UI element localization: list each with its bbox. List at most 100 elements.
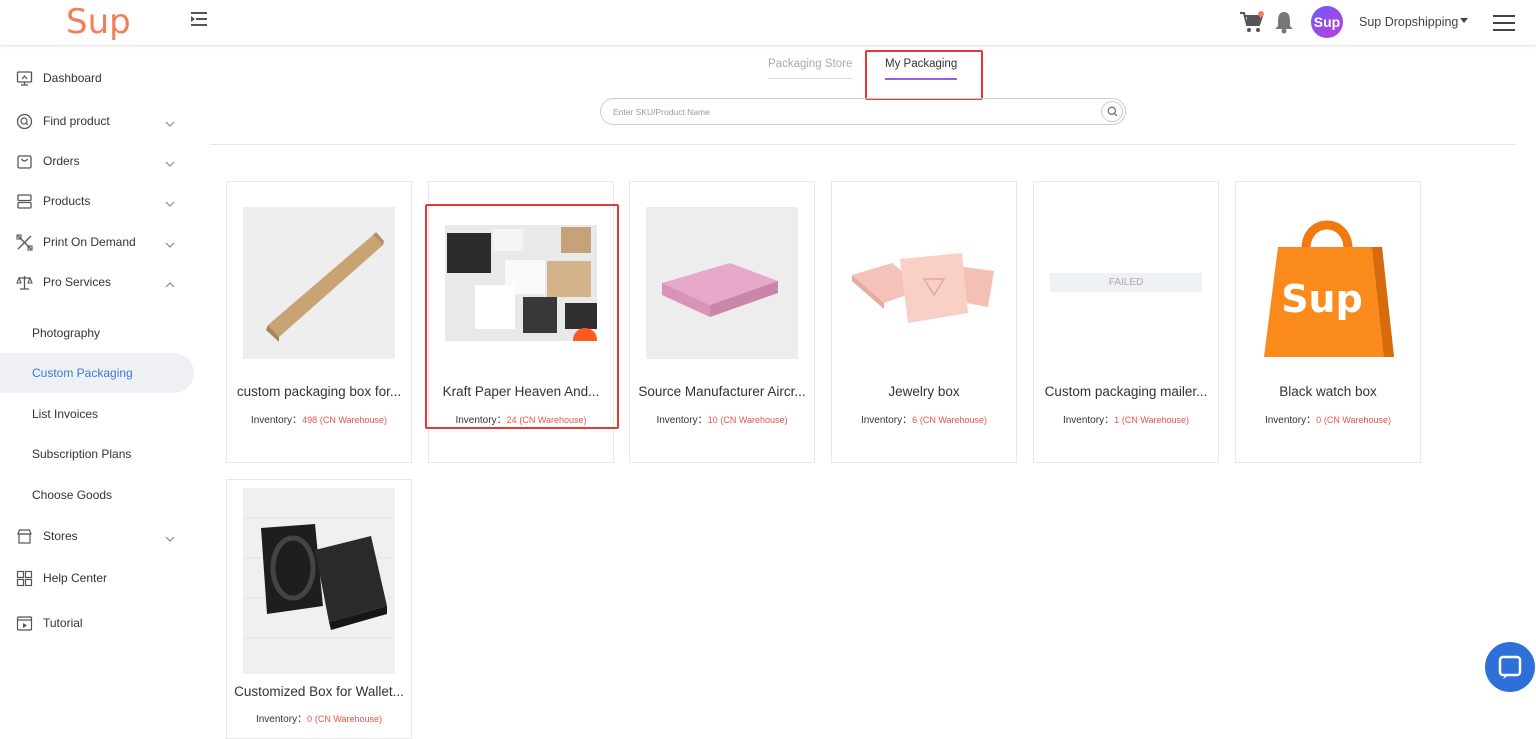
sidebar-item-label: Orders <box>43 154 80 168</box>
sidebar-item-tutorial[interactable]: Tutorial <box>0 603 194 643</box>
product-inventory: Inventory：0 (CN Warehouse) <box>227 710 411 725</box>
server-icon <box>16 193 33 210</box>
sidebar-item-stores[interactable]: Stores <box>0 516 194 556</box>
sidebar-item-label: Subscription Plans <box>32 447 132 461</box>
search-circle-icon <box>16 113 33 130</box>
product-inventory: Inventory：1 (CN Warehouse) <box>1034 411 1218 426</box>
product-inventory: Inventory：0 (CN Warehouse) <box>1236 411 1420 426</box>
warehouse-label: (CN Warehouse) <box>1323 415 1392 425</box>
chevron-down-icon <box>165 156 175 167</box>
sidebar-item-label: Tutorial <box>43 616 83 630</box>
product-inventory: Inventory：6 (CN Warehouse) <box>832 411 1016 426</box>
product-title: Black watch box <box>1279 384 1377 399</box>
inventory-count: 6 <box>912 415 918 425</box>
monitor-icon <box>16 70 33 87</box>
sidebar-item-label: Find product <box>43 114 110 128</box>
video-icon <box>16 615 33 632</box>
product-title: Custom packaging mailer... <box>1044 384 1208 399</box>
sidebar: Dashboard Find product Orders Products P… <box>0 47 200 727</box>
inventory-label: Inventory： <box>1062 415 1115 426</box>
sidebar-item-label: List Invoices <box>32 407 99 421</box>
username[interactable]: Sup Dropshipping <box>1359 15 1458 29</box>
inventory-count: 0 <box>307 714 313 724</box>
logo[interactable]: Sup <box>66 2 131 42</box>
sidebar-item-orders[interactable]: Orders <box>0 141 194 181</box>
sidebar-item-label: Dashboard <box>43 71 102 85</box>
sidebar-item-pro-services[interactable]: Pro Services <box>0 262 194 302</box>
chevron-down-icon <box>165 237 175 248</box>
chat-icon <box>1498 655 1522 679</box>
sidebar-subitem-subscription-plans[interactable]: Subscription Plans <box>0 434 194 474</box>
chat-support-button[interactable] <box>1485 642 1535 692</box>
sidebar-item-dashboard[interactable]: Dashboard <box>0 58 194 98</box>
bag-icon <box>16 153 33 170</box>
sidebar-subitem-choose-goods[interactable]: Choose Goods <box>0 475 194 515</box>
divider <box>210 144 1516 145</box>
sidebar-item-label: Stores <box>43 529 78 543</box>
sidebar-item-label: Pro Services <box>43 275 112 289</box>
product-title: Source Manufacturer Aircr... <box>638 384 806 399</box>
chevron-down-icon <box>165 196 175 207</box>
sidebar-item-products[interactable]: Products <box>0 181 194 221</box>
search-input[interactable] <box>613 104 1083 120</box>
product-card[interactable]: FAILED Custom packaging mailer... Invent… <box>1033 181 1219 463</box>
tab-highlight-box <box>865 50 983 100</box>
store-icon <box>16 528 33 545</box>
chevron-down-icon <box>165 531 175 542</box>
sidebar-subitem-photography[interactable]: Photography <box>0 313 194 353</box>
sidebar-item-find-product[interactable]: Find product <box>0 101 194 141</box>
chevron-up-icon <box>165 277 175 288</box>
svg-text:Sup: Sup <box>1281 277 1363 321</box>
collapse-sidebar-icon[interactable] <box>189 10 209 28</box>
hamburger-menu-icon[interactable] <box>1493 15 1515 31</box>
sidebar-item-label: Custom Packaging <box>32 366 133 380</box>
warehouse-label: (CN Warehouse) <box>1121 415 1190 425</box>
sidebar-item-label: Products <box>43 194 91 208</box>
inventory-label: Inventory： <box>656 415 708 426</box>
card-highlight-box <box>425 204 619 429</box>
search-bar <box>600 98 1126 125</box>
product-title: Customized Box for Wallet... <box>234 684 404 699</box>
inventory-count: 10 <box>707 415 718 425</box>
product-card[interactable]: Sup Black watch box Inventory：0 (CN Ware… <box>1235 181 1421 463</box>
inventory-label: Inventory： <box>1264 415 1317 426</box>
warehouse-label: (CN Warehouse) <box>319 415 388 425</box>
grid-icon <box>16 570 33 587</box>
sidebar-item-print-on-demand[interactable]: Print On Demand <box>0 222 194 262</box>
tab-packaging-store[interactable]: Packaging Store <box>768 58 853 79</box>
sidebar-item-help-center[interactable]: Help Center <box>0 558 194 598</box>
sidebar-subitem-custom-packaging[interactable]: Custom Packaging <box>0 353 194 393</box>
inventory-label: Inventory： <box>255 714 308 725</box>
product-card[interactable]: custom packaging box for... Inventory：49… <box>226 181 412 463</box>
scale-icon <box>16 274 33 291</box>
product-image <box>646 207 798 359</box>
product-image <box>848 207 1000 359</box>
sidebar-item-label: Print On Demand <box>43 235 136 249</box>
product-card[interactable]: Source Manufacturer Aircr... Inventory：1… <box>629 181 815 463</box>
product-inventory: Inventory：10 (CN Warehouse) <box>630 411 814 426</box>
search-icon[interactable] <box>1101 101 1123 122</box>
cart-icon[interactable] <box>1239 10 1265 34</box>
product-card[interactable]: Customized Box for Wallet... Inventory：0… <box>226 479 412 739</box>
bell-icon[interactable] <box>1273 10 1295 34</box>
avatar[interactable]: Sup <box>1311 6 1343 38</box>
product-inventory: Inventory：498 (CN Warehouse) <box>227 411 411 426</box>
product-title: Jewelry box <box>888 384 960 399</box>
inventory-label: Inventory： <box>250 415 303 426</box>
chevron-down-icon <box>165 116 175 127</box>
product-image: FAILED <box>1050 207 1202 359</box>
inventory-count: 498 <box>302 415 318 425</box>
inventory-count: 0 <box>1316 415 1322 425</box>
warehouse-label: (CN Warehouse) <box>314 714 383 724</box>
product-title: custom packaging box for... <box>236 384 402 399</box>
product-card[interactable]: Jewelry box Inventory：6 (CN Warehouse) <box>831 181 1017 463</box>
failed-image-placeholder: FAILED <box>1050 273 1202 292</box>
product-image <box>243 207 395 359</box>
tools-icon <box>16 233 33 251</box>
sidebar-subitem-list-invoices[interactable]: List Invoices <box>0 394 194 434</box>
sidebar-item-label: Photography <box>32 326 101 340</box>
sidebar-item-label: Help Center <box>43 571 108 585</box>
caret-down-icon[interactable] <box>1460 18 1468 23</box>
inventory-label: Inventory： <box>860 415 913 426</box>
warehouse-label: (CN Warehouse) <box>919 415 988 425</box>
